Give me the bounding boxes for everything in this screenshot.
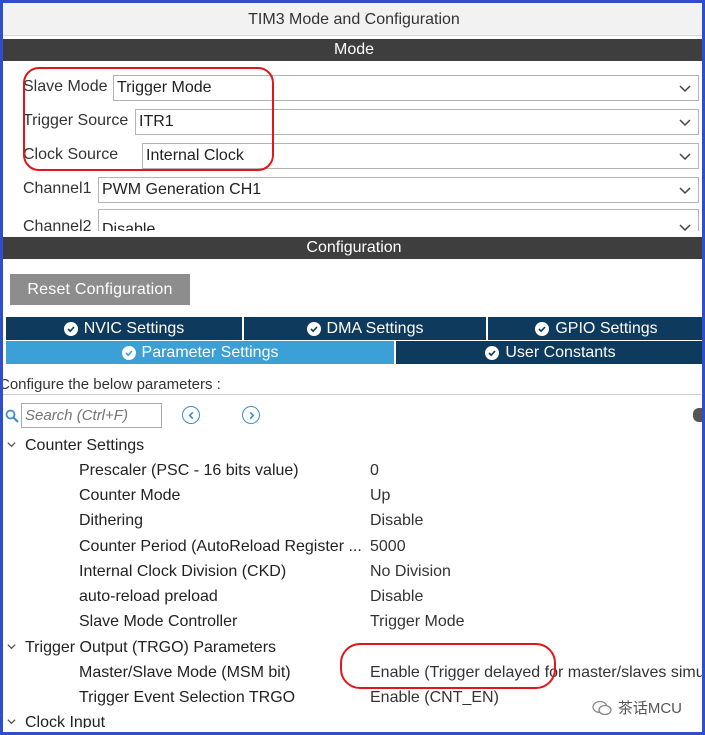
chevron-down-icon [678, 81, 692, 95]
slave-mode-select[interactable]: Trigger Mode [113, 75, 699, 101]
watermark-text: 茶话MCU [617, 700, 682, 717]
search-row [3, 401, 702, 431]
check-circle-icon [485, 345, 500, 360]
param-value: Enable (CNT_EN) [370, 689, 499, 706]
channel2-row: Channel2 Disable [23, 209, 699, 231]
watermark: 茶话MCU [592, 697, 682, 718]
configuration-section-header: Configuration [3, 237, 702, 259]
tab-label: Parameter Settings [141, 343, 279, 361]
chevron-left-icon [188, 411, 193, 419]
group-title: Clock Input [25, 714, 106, 728]
param-row[interactable]: Prescaler (PSC - 16 bits value) 0 [79, 462, 702, 484]
scrollbar-handle[interactable] [693, 408, 702, 422]
param-name: Dithering [79, 512, 144, 529]
tab-gpio-settings[interactable]: GPIO Settings [488, 317, 702, 340]
group-trigger-output[interactable]: Trigger Output (TRGO) Parameters [3, 639, 276, 661]
group-title: Counter Settings [25, 437, 145, 454]
settings-tabs-row2: Parameter Settings User Constants [6, 341, 702, 364]
search-previous-button[interactable] [182, 406, 200, 424]
channel1-select[interactable]: PWM Generation CH1 [98, 177, 699, 203]
tab-label: User Constants [505, 343, 616, 361]
param-name: Slave Mode Controller [79, 613, 238, 630]
param-row[interactable]: auto-reload preload Disable [79, 588, 702, 610]
param-row[interactable]: Dithering Disable [79, 512, 702, 534]
param-name: Internal Clock Division (CKD) [79, 563, 287, 580]
param-name: Trigger Event Selection TRGO [79, 689, 296, 706]
group-counter-settings[interactable]: Counter Settings [3, 437, 144, 459]
chevron-down-icon [678, 149, 692, 163]
chevron-down-icon [678, 183, 692, 197]
tab-parameter-settings[interactable]: Parameter Settings [6, 341, 396, 364]
trigger-source-row: Trigger Source ITR1 [23, 107, 699, 135]
param-row[interactable]: Slave Mode Controller Trigger Mode [79, 613, 702, 635]
channel1-value: PWM Generation CH1 [102, 181, 262, 198]
param-value: 5000 [370, 538, 406, 555]
tab-label: GPIO Settings [555, 319, 658, 337]
param-value: Disable [370, 512, 424, 529]
check-circle-icon [535, 321, 550, 336]
group-title: Trigger Output (TRGO) Parameters [25, 639, 277, 656]
param-row[interactable]: Counter Mode Up [79, 487, 702, 509]
param-value: Trigger Mode [370, 613, 465, 630]
channel2-label: Channel2 [23, 218, 92, 231]
tab-user-constants[interactable]: User Constants [396, 341, 702, 364]
trigger-source-select[interactable]: ITR1 [135, 109, 699, 135]
clock-source-value: Internal Clock [146, 147, 244, 164]
channel2-value: Disable [102, 221, 156, 231]
param-value: Enable (Trigger delayed for master/slave… [370, 664, 705, 681]
search-icon [5, 409, 19, 423]
wechat-icon [592, 700, 612, 715]
chevron-down-icon [678, 220, 692, 231]
channel2-select[interactable]: Disable [98, 209, 699, 231]
param-row[interactable]: Master/Slave Mode (MSM bit) Enable (Trig… [79, 664, 705, 686]
param-row[interactable]: Internal Clock Division (CKD) No Divisio… [79, 563, 702, 585]
tab-label: DMA Settings [326, 319, 424, 337]
window-frame: TIM3 Mode and Configuration Mode Slave M… [0, 0, 705, 735]
tab-label: NVIC Settings [83, 319, 185, 337]
tab-dma-settings[interactable]: DMA Settings [244, 317, 488, 340]
chevron-down-icon [6, 639, 20, 657]
chevron-right-icon [249, 411, 254, 419]
param-name: Counter Mode [79, 487, 181, 504]
param-name: Prescaler (PSC - 16 bits value) [79, 462, 299, 479]
search-next-button[interactable] [242, 406, 260, 424]
clock-source-label: Clock Source [23, 146, 119, 163]
slave-mode-label: Slave Mode [23, 78, 108, 95]
trigger-source-label: Trigger Source [23, 112, 129, 129]
channel1-row: Channel1 PWM Generation CH1 [23, 175, 699, 203]
slave-mode-row: Slave Mode Trigger Mode [23, 73, 699, 101]
param-row[interactable]: Counter Period (AutoReload Register ... … [79, 538, 702, 560]
window-title: TIM3 Mode and Configuration [3, 3, 702, 36]
param-name: auto-reload preload [79, 588, 218, 605]
group-clock-input[interactable]: Clock Input [3, 714, 105, 728]
trigger-source-value: ITR1 [139, 113, 174, 130]
param-value: Up [370, 487, 391, 504]
clock-source-select[interactable]: Internal Clock [142, 143, 699, 169]
check-circle-icon [306, 321, 321, 336]
channel1-label: Channel1 [23, 180, 92, 197]
search-input[interactable] [21, 403, 162, 428]
check-circle-icon [121, 345, 136, 360]
param-name: Master/Slave Mode (MSM bit) [79, 664, 291, 681]
param-value: No Division [370, 563, 451, 580]
chevron-down-icon [6, 714, 20, 728]
mode-section-header: Mode [3, 39, 702, 61]
chevron-down-icon [6, 437, 20, 455]
slave-mode-value: Trigger Mode [117, 79, 212, 96]
configure-caption: Configure the below parameters : [3, 375, 701, 395]
check-circle-icon [63, 321, 78, 336]
reset-configuration-button[interactable]: Reset Configuration [10, 274, 190, 305]
chevron-down-icon [678, 115, 692, 129]
settings-tabs-row1: NVIC Settings DMA Settings GPIO Settings [6, 317, 702, 340]
tab-nvic-settings[interactable]: NVIC Settings [6, 317, 244, 340]
param-value: Disable [370, 588, 424, 605]
param-name: Counter Period (AutoReload Register ... [79, 538, 362, 555]
clock-source-row: Clock Source Internal Clock [23, 141, 699, 169]
param-value: 0 [370, 462, 379, 479]
